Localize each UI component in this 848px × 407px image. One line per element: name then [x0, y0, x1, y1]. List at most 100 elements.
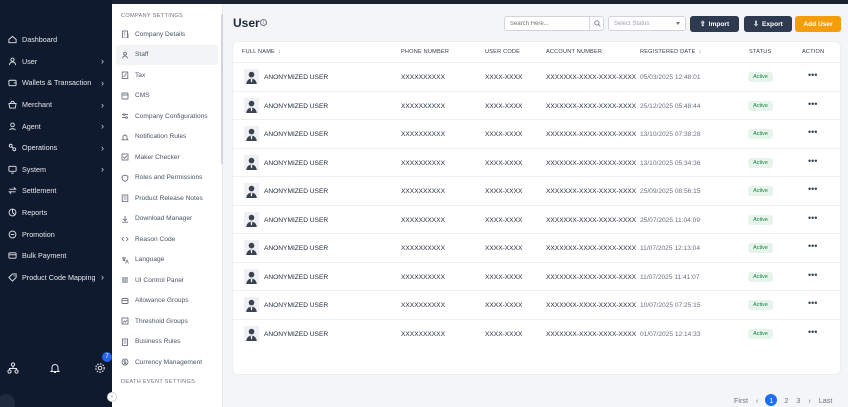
export-button[interactable]: ⇩ Export	[744, 16, 792, 32]
table-row[interactable]: ANONYMIZED USER XXXXXXXXXX XXXX-XXXX XXXXXX…	[233, 90, 840, 120]
org-chart-icon[interactable]	[7, 361, 19, 374]
add-user-button[interactable]: Add User	[795, 16, 841, 32]
avatar	[244, 126, 259, 141]
table-row[interactable]: ANONYMIZED USER XXXXXXXXXX XXXX-XXXX XXXXXX…	[233, 290, 840, 319]
nav-item-settlement[interactable]: Settlement	[0, 180, 112, 202]
import-button[interactable]: ⇪ Import	[690, 16, 739, 32]
nav-item-label: Reports	[22, 208, 48, 218]
settings-item-download-manager[interactable]: Download Manager	[112, 209, 222, 230]
settings-item-allowance-groups[interactable]: Allowance Groups	[112, 291, 222, 312]
status-badge: Active	[748, 129, 773, 139]
status-badge: Active	[748, 243, 773, 253]
nav-item-bulk-payment[interactable]: Bulk Payment	[0, 245, 112, 267]
sort-arrow-icon[interactable]: ↓	[698, 49, 701, 55]
pagination-page[interactable]: 3	[796, 396, 800, 405]
system-icon	[8, 165, 17, 174]
settings-item-company-configurations[interactable]: Company Configurations	[112, 106, 222, 127]
column-user-code: USER CODE	[485, 49, 521, 55]
row-actions-menu[interactable]: •••	[808, 213, 817, 223]
info-icon[interactable]: i	[260, 19, 267, 26]
status-select-value: Select Status	[614, 20, 650, 27]
nav-item-agent[interactable]: Agent ›	[0, 115, 112, 137]
config-icon	[121, 112, 129, 120]
nav-item-promotion[interactable]: Promotion	[0, 223, 112, 245]
row-actions-menu[interactable]: •••	[808, 241, 817, 251]
cell-full-name: ANONYMIZED USER	[264, 330, 329, 338]
row-actions-menu[interactable]: •••	[808, 298, 817, 308]
settings-item-ui-control-panel[interactable]: UI Control Panel	[112, 270, 222, 291]
download-icon	[121, 215, 129, 223]
download-icon: ⇩	[753, 21, 759, 28]
settings-item-label: Business Rules	[135, 338, 181, 346]
settings-item-reason-code[interactable]: Reason Code	[112, 229, 222, 250]
settings-item-currency-management[interactable]: Currency Management	[112, 352, 222, 373]
table-row[interactable]: ANONYMIZED USER XXXXXXXXXX XXXX-XXXX XXXXXX…	[233, 233, 840, 262]
settings-item-staff[interactable]: Staff	[116, 44, 218, 65]
settings-item-business-rules[interactable]: Business Rules	[112, 332, 222, 353]
settings-item-label: Allowance Groups	[135, 297, 189, 305]
row-actions-menu[interactable]: •••	[808, 327, 817, 337]
row-actions-menu[interactable]: •••	[808, 127, 817, 137]
settings-item-cms[interactable]: CMS	[112, 86, 222, 107]
row-actions-menu[interactable]: •••	[808, 270, 817, 280]
settings-item-company-details[interactable]: Company Details	[112, 24, 222, 45]
collapse-panel-button[interactable]: ‹	[107, 392, 117, 402]
column-phone: PHONE NUMBER	[401, 49, 450, 55]
nav-item-operations[interactable]: Operations ›	[0, 137, 112, 159]
table-row[interactable]: ANONYMIZED USER XXXXXXXXXX XXXX-XXXX XXXXXX…	[233, 204, 840, 234]
chevron-right-icon: ›	[101, 56, 104, 67]
nav-item-reports[interactable]: Reports	[0, 202, 112, 224]
column-full-name[interactable]: FULL NAME ↓	[242, 49, 281, 55]
table-row[interactable]: ANONYMIZED USER XXXXXXXXXX XXXX-XXXX XXXXXX…	[233, 261, 840, 291]
table-row[interactable]: ANONYMIZED USER XXXXXXXXXX XXXX-XXXX XXXXXX…	[233, 147, 840, 177]
table-row[interactable]: ANONYMIZED USER XXXXXXXXXX XXXX-XXXX XXXXXX…	[233, 119, 840, 148]
settings-item-language[interactable]: Language	[112, 250, 222, 271]
status-select[interactable]: Select Status	[608, 16, 686, 31]
settings-item-maker-checker[interactable]: Maker Checker	[112, 147, 222, 168]
cell-phone: XXXXXXXXXX	[401, 74, 445, 81]
column-registered[interactable]: REGISTERED DATE ↓	[640, 49, 702, 55]
bell-icon[interactable]: 7	[49, 352, 112, 373]
settings-list: Company Details Staff Tax CMS Company Config…	[112, 24, 222, 373]
table-row[interactable]: ANONYMIZED USER XXXXXXXXXX XXXX-XXXX XXXXXX…	[233, 318, 840, 348]
nav-item-label: Merchant	[22, 100, 52, 110]
cell-registered-date: 25/09/2025 08:56:15	[640, 188, 701, 195]
settings-item-notification-rules[interactable]: Notification Rules	[112, 127, 222, 148]
row-actions-menu[interactable]: •••	[808, 99, 817, 109]
nav-item-dashboard[interactable]: Dashboard	[0, 29, 112, 51]
search-button[interactable]	[589, 16, 604, 31]
pagination-page[interactable]: 2	[784, 396, 788, 405]
settings-item-product-release-notes[interactable]: Product Release Notes	[112, 188, 222, 209]
settings-scrollbar[interactable]	[221, 14, 223, 164]
maker-checker-icon	[121, 153, 129, 161]
sort-arrow-icon[interactable]: ↓	[278, 49, 281, 55]
nav-item-merchant[interactable]: Merchant ›	[0, 94, 112, 116]
nav-item-system[interactable]: System ›	[0, 159, 112, 181]
table-row[interactable]: ANONYMIZED USER XXXXXXXXXX XXXX-XXXX XXXXXX…	[233, 62, 840, 91]
settings-item-threshold-groups[interactable]: Threshold Groups	[112, 311, 222, 332]
cell-account: XXXXXXX-XXXX-XXXX-XXXX	[546, 159, 637, 167]
release-notes-icon	[121, 194, 129, 203]
pagination-last[interactable]: Last	[819, 396, 833, 405]
settings-item-roles-and-permissions[interactable]: Roles and Permissions	[112, 168, 222, 189]
row-actions-menu[interactable]: •••	[808, 70, 817, 80]
cell-full-name: ANONYMIZED USER	[264, 302, 329, 309]
settings-item-label: Download Manager	[135, 215, 193, 223]
pagination-page[interactable]: 1	[765, 394, 778, 406]
nav-item-product-code-mapping[interactable]: Product Code Mapping ›	[0, 267, 112, 289]
pagination-prev[interactable]: ‹	[756, 396, 758, 405]
pagination-first[interactable]: First	[734, 396, 748, 405]
avatar	[244, 325, 259, 341]
table-row[interactable]: ANONYMIZED USER XXXXXXXXXX XXXX-XXXX XXXXXX…	[233, 176, 840, 205]
language-icon	[121, 256, 129, 264]
row-actions-menu[interactable]: •••	[808, 156, 817, 166]
gear-icon[interactable]	[94, 361, 106, 373]
cell-user-code: XXXX-XXXX	[485, 188, 523, 195]
nav-item-user[interactable]: User ›	[0, 51, 112, 73]
nav-item-wallets-transaction[interactable]: Wallets & Transaction ›	[0, 72, 112, 94]
chevron-right-icon: ›	[101, 164, 104, 175]
settings-item-tax[interactable]: Tax	[112, 65, 222, 86]
business-rules-icon	[121, 338, 129, 346]
pagination-next[interactable]: ›	[808, 396, 810, 405]
row-actions-menu[interactable]: •••	[808, 184, 817, 194]
